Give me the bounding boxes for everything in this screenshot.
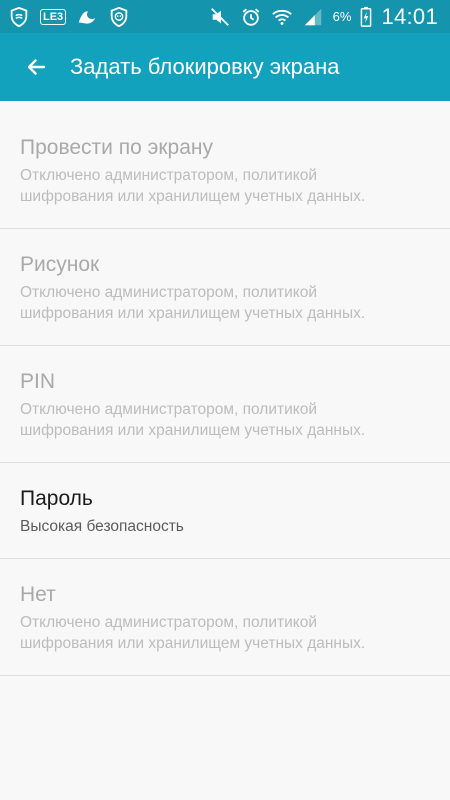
option-pin[interactable]: PIN Отключено администратором, политикой… <box>0 346 450 463</box>
option-title: Рисунок <box>20 253 100 276</box>
option-title: Провести по экрану <box>20 136 213 159</box>
wave-icon <box>76 6 98 28</box>
option-subtitle: Отключено администратором, политикой шиф… <box>20 614 366 652</box>
app-toolbar: Задать блокировку экрана <box>0 33 450 101</box>
option-title: PIN <box>20 370 56 393</box>
option-subtitle: Отключено администратором, политикой шиф… <box>20 284 366 322</box>
battery-charging-icon <box>360 6 372 28</box>
wifi-icon <box>271 6 293 28</box>
lock-type-list: Провести по экрану Отключено администрат… <box>0 112 450 676</box>
alarm-icon <box>240 6 262 28</box>
shield-icon <box>8 6 30 28</box>
signal-icon <box>302 6 324 28</box>
lte-badge-icon: LE3 <box>40 9 67 25</box>
status-bar-system: 6% 14:01 <box>209 0 438 33</box>
option-swipe[interactable]: Провести по экрану Отключено администрат… <box>0 112 450 229</box>
option-pattern[interactable]: Рисунок Отключено администратором, полит… <box>0 229 450 346</box>
option-subtitle: Отключено администратором, политикой шиф… <box>20 401 366 439</box>
lion-shield-icon <box>108 6 130 28</box>
option-password[interactable]: Пароль Высокая безопасность <box>0 463 450 559</box>
option-subtitle: Высокая безопасность <box>20 518 184 535</box>
page-title: Задать блокировку экрана <box>70 54 340 79</box>
battery-percent: 6% <box>332 9 352 24</box>
clock: 14:01 <box>381 3 438 29</box>
option-none[interactable]: Нет Отключено администратором, политикой… <box>0 559 450 676</box>
option-title: Пароль <box>20 487 93 510</box>
option-subtitle: Отключено администратором, политикой шиф… <box>20 167 366 205</box>
status-bar-notifications: LE3 <box>8 6 130 28</box>
status-bar: LE3 6% 14:01 <box>0 0 450 33</box>
option-title: Нет <box>20 583 56 606</box>
back-button[interactable] <box>16 47 56 87</box>
mute-icon <box>209 6 231 28</box>
arrow-left-icon <box>24 55 48 79</box>
